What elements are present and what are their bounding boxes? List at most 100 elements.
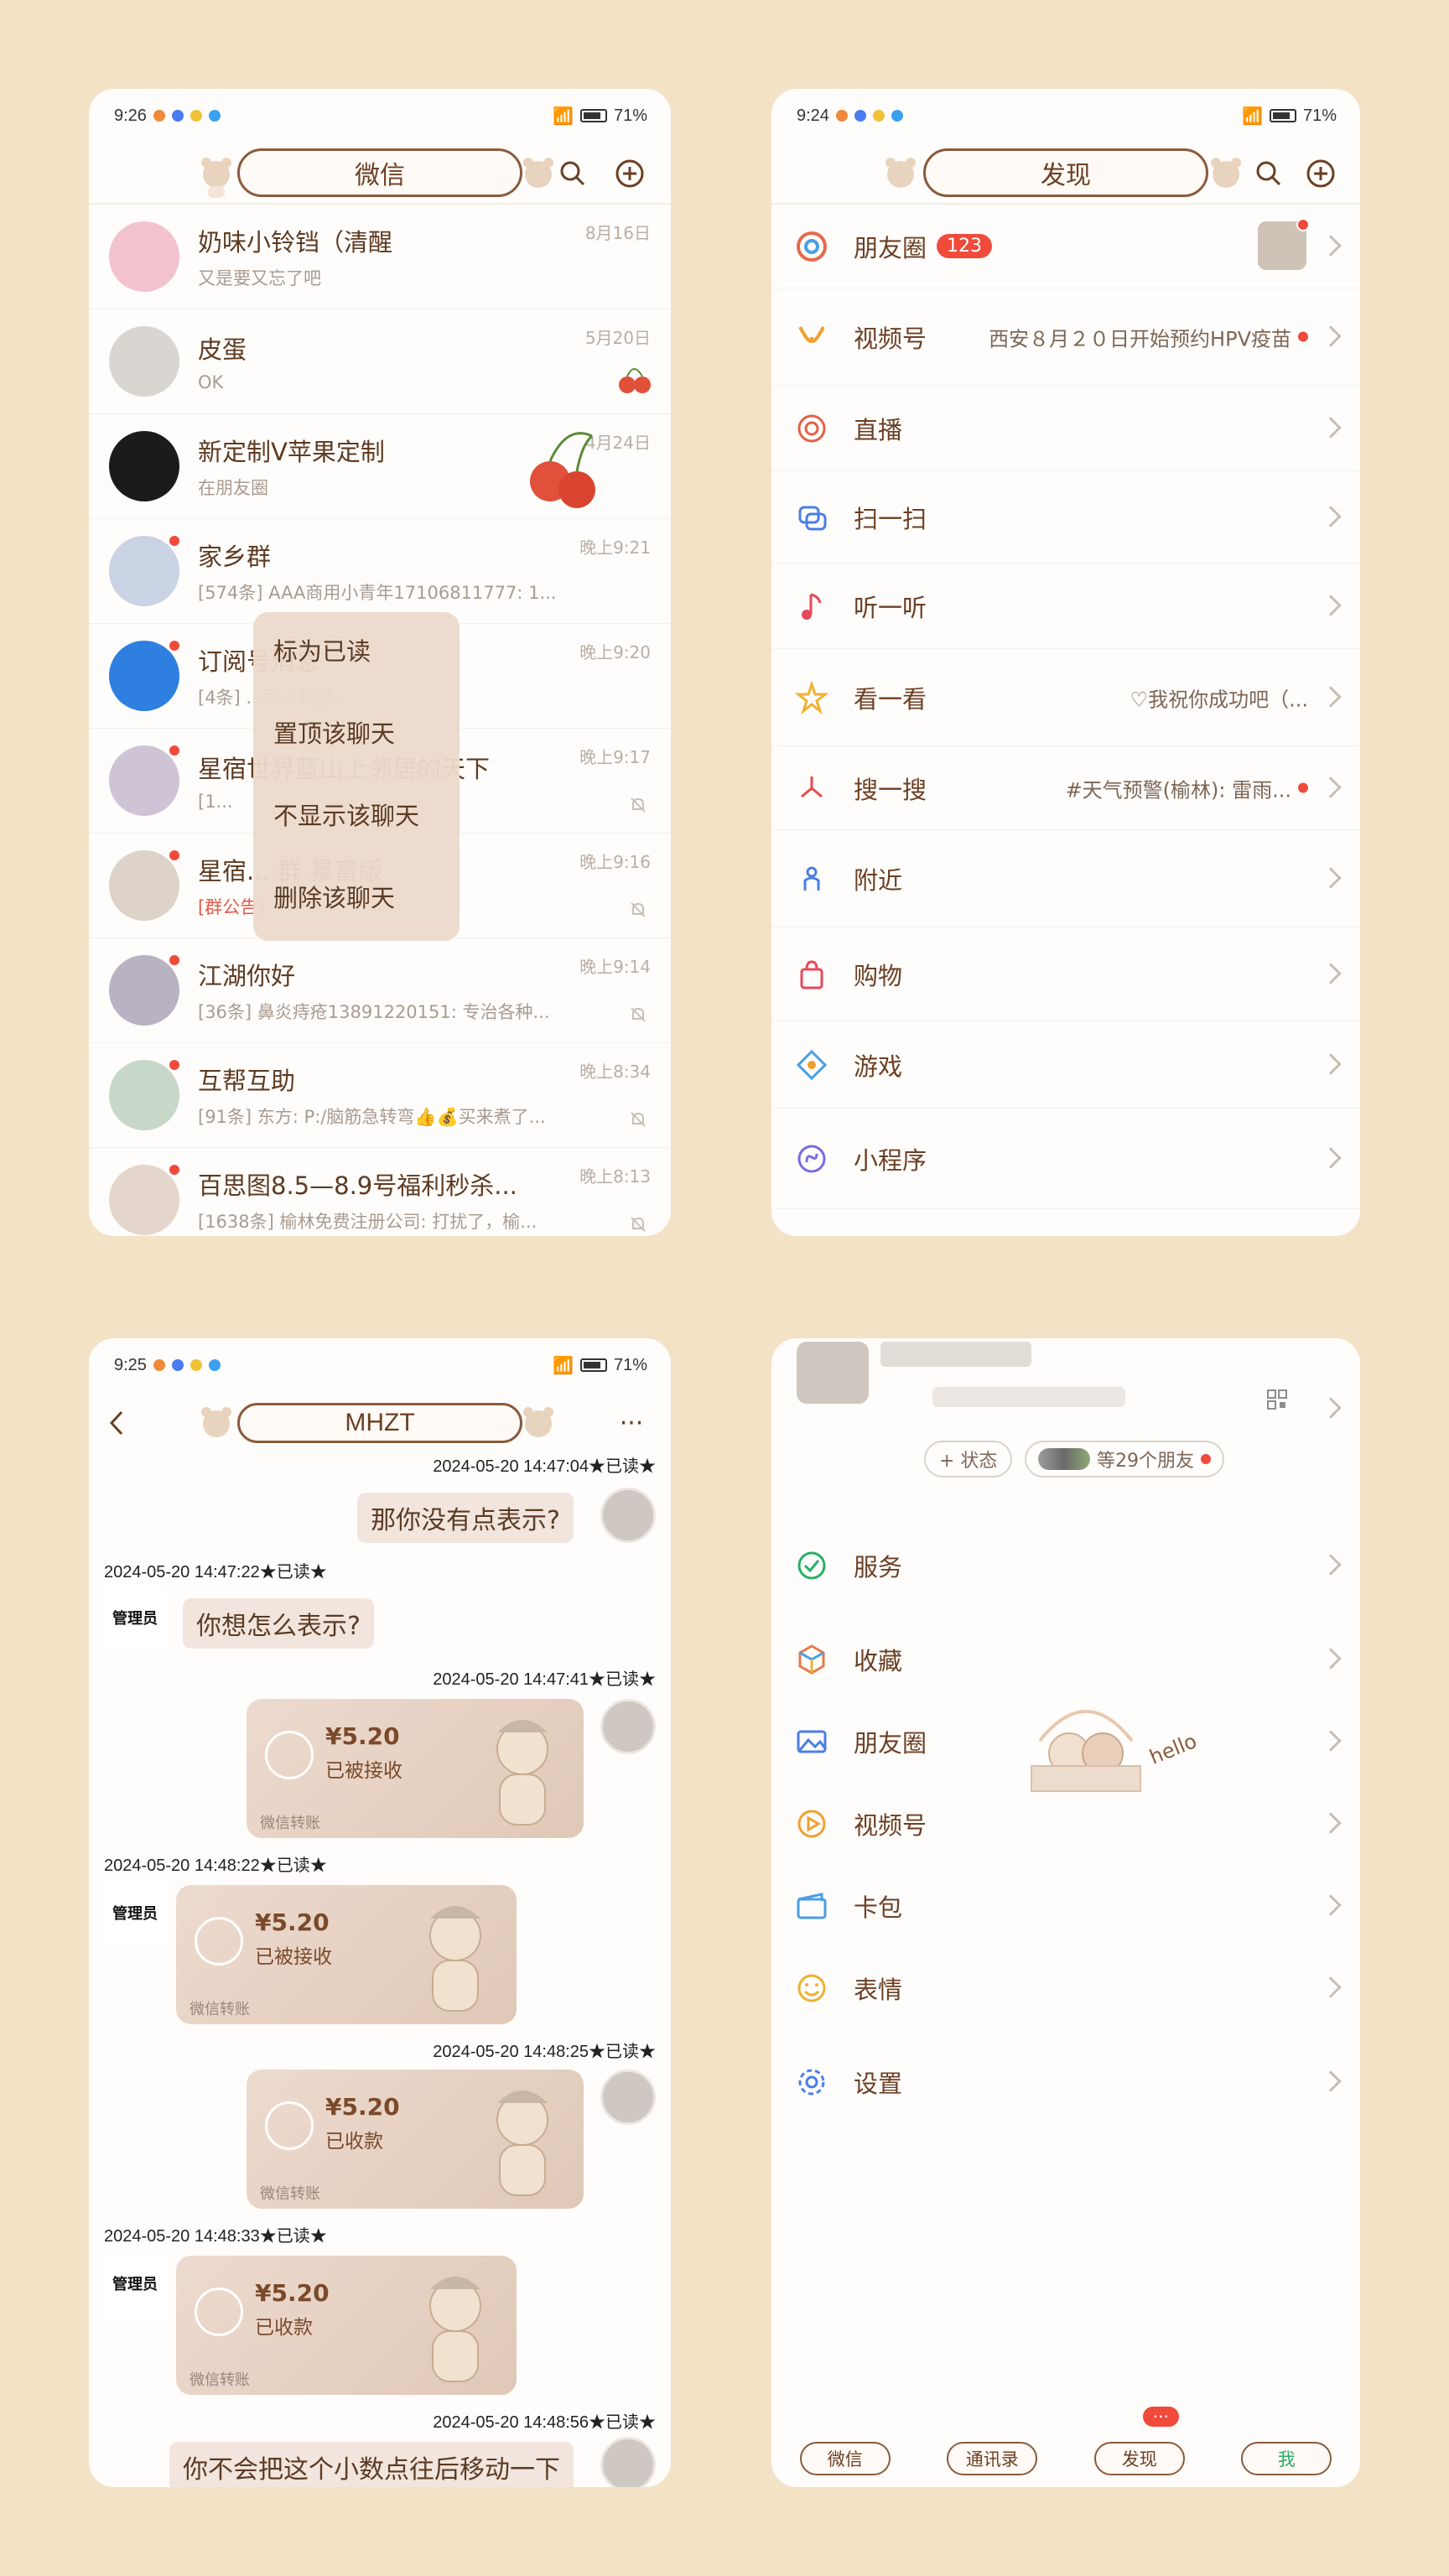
transfer-card[interactable]: ¥5.20 已收款 微信转账 — [176, 2256, 517, 2395]
top-stories-icon — [795, 680, 828, 714]
avatar — [600, 2437, 656, 2487]
chevron-right-icon — [1320, 685, 1342, 708]
chat-row[interactable]: 家乡群 [574条] AAA商用小青年17106811777: 1... 晚上9:… — [89, 519, 671, 624]
tab-discover[interactable]: 发现 ··· — [1093, 2407, 1185, 2475]
status-bar: 9:25 📶 71% — [89, 1338, 671, 1392]
settings-row[interactable]: 设置 — [771, 2041, 1360, 2123]
chat-row[interactable]: 互帮互助 [91条] 东方: P:/脑筋急转弯👍💰买来煮了... 晚上8:34 — [89, 1043, 671, 1148]
transfer-card[interactable]: ¥5.20 已被接收 微信转账 — [176, 1885, 517, 2024]
chat-time: 晚上9:17 — [579, 747, 651, 767]
status-button[interactable]: + 状态 — [924, 1441, 1013, 1478]
chat-name: 奶味小铃铛（清醒 — [198, 228, 393, 257]
outgoing-message[interactable]: 你不会把这个小数点往后移动一下 — [169, 2442, 574, 2487]
bear-sticker-icon — [429, 2277, 481, 2382]
transfer-card[interactable]: ¥5.20 已被接收 微信转账 — [247, 1699, 584, 1838]
wechat-id — [932, 1387, 1125, 1407]
cherry-decoration-icon — [530, 432, 595, 508]
services-icon — [797, 1551, 826, 1580]
delete-chat-option[interactable]: 删除该聊天 — [253, 877, 460, 959]
chevron-right-icon — [1320, 2070, 1342, 2092]
mute-icon — [631, 902, 646, 917]
shopping-row[interactable]: 购物 — [771, 927, 1360, 1021]
add-icon[interactable] — [614, 158, 646, 190]
mute-icon — [631, 1217, 646, 1232]
transfer-card[interactable]: ¥5.20 已收款 微信转账 — [247, 2070, 584, 2209]
top-stories-row[interactable]: 看一看 ♡我祝你成功吧（... — [771, 649, 1360, 746]
chat-row[interactable]: 新定制V苹果定制 在朋友圈 4月24日 — [89, 414, 671, 519]
transfer-amount: ¥5.20 — [255, 2279, 330, 2307]
mark-read-option[interactable]: 标为已读 — [253, 631, 460, 713]
channels-label: 视频号 — [854, 324, 927, 353]
search-icon[interactable] — [557, 158, 589, 190]
app-notification-icon — [891, 110, 903, 122]
add-icon[interactable] — [1305, 158, 1337, 190]
bear-decoration-icon — [886, 158, 916, 188]
card-wallet-row[interactable]: 卡包 — [771, 1865, 1360, 1947]
avatar — [109, 744, 181, 816]
games-row[interactable]: 游戏 — [771, 1021, 1360, 1109]
transfer-footer: 微信转账 — [260, 1815, 320, 1832]
services-row[interactable]: 服务 — [771, 1524, 1360, 1607]
unread-dot — [1201, 1454, 1211, 1464]
check-circle-icon — [265, 1731, 314, 1779]
transfer-status: 已被接收 — [325, 1760, 402, 1782]
more-options-icon[interactable]: ··· — [615, 1407, 647, 1439]
scan-row[interactable]: 扫一扫 — [771, 471, 1360, 564]
moments-thumbnail — [1258, 218, 1310, 270]
nearby-icon — [803, 866, 820, 891]
bear-decoration-icon — [1211, 158, 1241, 188]
page-title: 微信 — [237, 148, 522, 197]
app-notification-icon — [171, 1359, 184, 1371]
chat-row[interactable]: 皮蛋 OK 5月20日 — [89, 309, 671, 414]
chat-preview: [1638条] 榆林免费注册公司: 打扰了，榆... — [198, 1212, 538, 1232]
stickers-row[interactable]: 表情 — [771, 1947, 1360, 2029]
avatar — [600, 1699, 656, 1754]
conversation-screen: 9:25 📶 71% MHZT ··· 2024-05-20 14:47:04★… — [89, 1338, 671, 2487]
transfer-footer: 微信转账 — [260, 2185, 320, 2203]
discover-screen: 9:24 📶 71% 发现 朋友圈 123 视频号 西安８月２０日开始预约HPV… — [771, 89, 1360, 1236]
listen-row[interactable]: 听一听 — [771, 564, 1360, 649]
mute-icon — [631, 1112, 646, 1127]
search-feature-row[interactable]: 搜一搜 #天气预警(榆林): 雷雨... — [771, 746, 1360, 830]
smiley-icon — [797, 1974, 826, 2002]
nearby-row[interactable]: 附近 — [771, 830, 1360, 927]
chevron-right-icon — [1320, 1052, 1342, 1075]
friend-avatars — [1038, 1448, 1090, 1470]
friends-status-button[interactable]: 等29个朋友 — [1025, 1441, 1224, 1478]
moments-row[interactable]: 朋友圈 123 — [771, 205, 1360, 288]
search-icon[interactable] — [1253, 158, 1285, 190]
title-bar: MHZT ··· — [89, 1392, 671, 1454]
transfer-amount: ¥5.20 — [325, 2093, 400, 2121]
chat-row[interactable]: 百思图8.5—8.9号福利秒杀... [1638条] 榆林免费注册公司: 打扰了，… — [89, 1148, 671, 1236]
wifi-icon: 📶 — [553, 106, 574, 126]
tab-me[interactable]: 我 — [1241, 2442, 1332, 2475]
chevron-right-icon — [1320, 416, 1342, 439]
chat-time: 晚上9:21 — [579, 538, 651, 558]
app-notification-icon — [208, 110, 221, 122]
live-row[interactable]: 直播 — [771, 386, 1360, 471]
app-notification-icon — [171, 110, 184, 122]
chat-row[interactable]: 奶味小铃铛（清醒 又是要又忘了吧 8月16日 — [89, 205, 671, 309]
hide-chat-option[interactable]: 不显示该聊天 — [253, 795, 460, 877]
pin-chat-option[interactable]: 置顶该聊天 — [253, 713, 460, 795]
avatar — [109, 1058, 181, 1130]
app-notification-icon — [153, 1359, 165, 1371]
qr-code-icon[interactable] — [1266, 1389, 1288, 1410]
bear-decoration-icon — [523, 1407, 553, 1437]
profile-avatar[interactable] — [797, 1342, 869, 1404]
chat-time: 晚上8:13 — [579, 1166, 651, 1187]
app-notification-icon — [153, 110, 165, 122]
app-notification-icon — [854, 110, 866, 122]
mini-programs-row[interactable]: 小程序 — [771, 1109, 1360, 1209]
unread-dot — [168, 744, 181, 757]
admin-avatar: 管理员 — [102, 1882, 168, 1947]
incoming-message[interactable]: 你想怎么表示? — [183, 1598, 374, 1649]
channels-row[interactable]: 视频号 西安８月２０日开始预约HPV疫苗 — [771, 288, 1360, 386]
avatar — [109, 639, 181, 711]
outgoing-message[interactable]: 那你没有点表示? — [357, 1493, 574, 1543]
back-icon[interactable] — [101, 1407, 132, 1439]
tab-chats[interactable]: 微信 — [799, 2442, 891, 2475]
tab-contacts[interactable]: 通讯录 — [947, 2442, 1038, 2475]
bear-decoration-icon — [201, 158, 231, 198]
bear-sticker-icon — [496, 2090, 548, 2196]
